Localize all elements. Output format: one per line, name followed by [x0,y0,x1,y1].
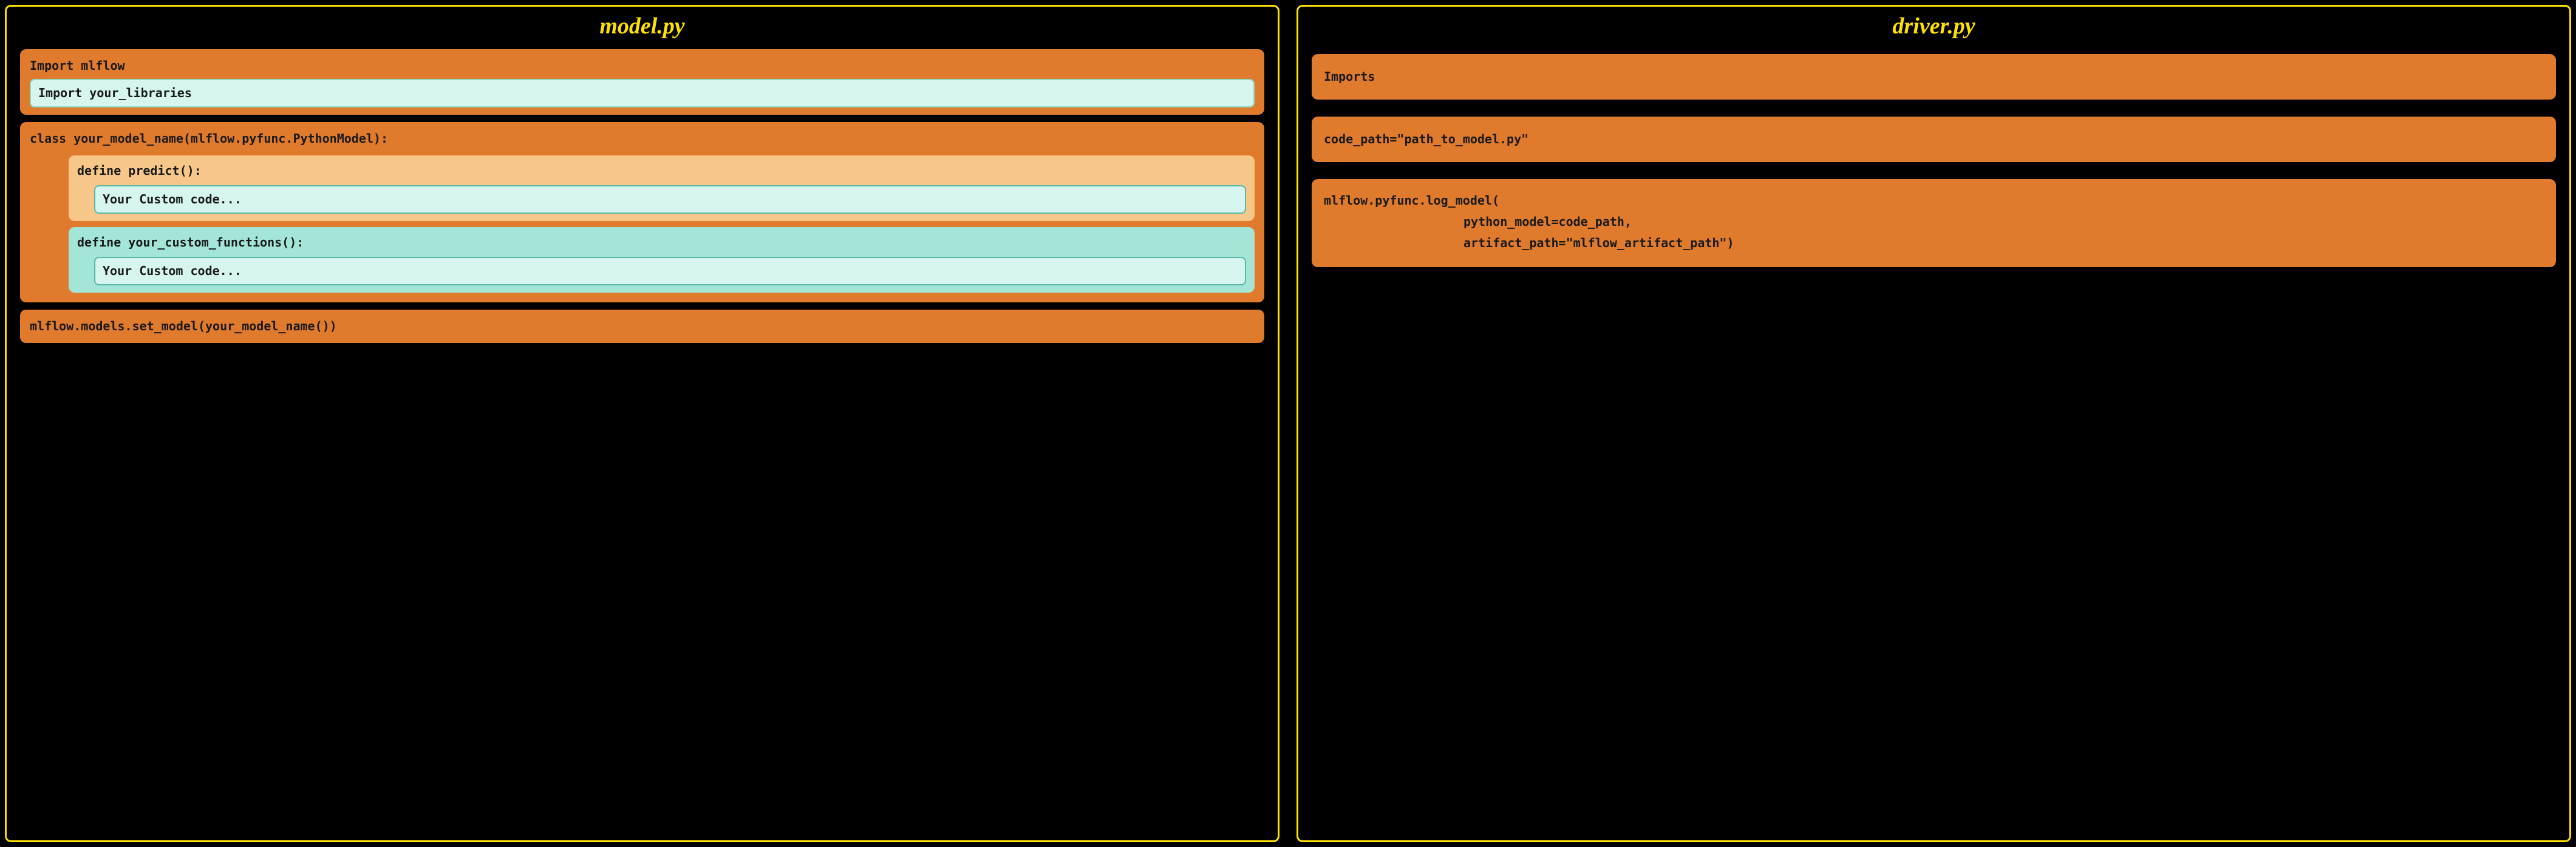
block-predict: define predict(): Your Custom code... [69,155,1255,221]
block-log-model: mlflow.pyfunc.log_model( python_model=co… [1312,179,2556,267]
block-class-def: class your_model_name(mlflow.pyfunc.Pyth… [20,122,1264,302]
code-predict-body: Your Custom code... [103,190,1238,209]
code-code-path: code_path="path_to_model.py" [1324,130,2544,149]
block-predict-body: Your Custom code... [94,185,1246,214]
diagram-root: model.py Import mlflow Import your_libra… [5,5,2571,842]
code-driver-imports: Imports [1324,67,2544,86]
panel-model-py: model.py Import mlflow Import your_libra… [5,5,1279,842]
code-log-model-arg1: python_model=code_path, [1463,213,2544,231]
block-set-model: mlflow.models.set_model(your_model_name(… [20,310,1264,343]
panel-title-driver: driver.py [1312,13,2556,39]
panel-title-model: model.py [20,13,1264,39]
code-custom-body: Your Custom code... [103,262,1238,281]
code-predict-decl: define predict(): [77,162,1246,180]
code-class-decl: class your_model_name(mlflow.pyfunc.Pyth… [30,129,1255,148]
code-import-user-libs: Import your_libraries [38,84,1246,103]
block-custom-fns: define your_custom_functions(): Your Cus… [69,227,1255,293]
code-set-model: mlflow.models.set_model(your_model_name(… [30,317,1255,336]
code-log-model-arg2: artifact_path="mlflow_artifact_path") [1463,234,2544,253]
block-custom-body: Your Custom code... [94,257,1246,285]
code-custom-decl: define your_custom_functions(): [77,233,1246,252]
panel-driver-py: driver.py Imports code_path="path_to_mod… [1297,5,2571,842]
block-import-user-libs: Import your_libraries [30,79,1255,107]
code-import-mlflow: Import mlflow [30,56,1255,75]
block-driver-imports: Imports [1312,54,2556,100]
block-code-path: code_path="path_to_model.py" [1312,117,2556,162]
block-imports: Import mlflow Import your_libraries [20,49,1264,115]
code-log-model-call: mlflow.pyfunc.log_model( [1324,191,2544,210]
